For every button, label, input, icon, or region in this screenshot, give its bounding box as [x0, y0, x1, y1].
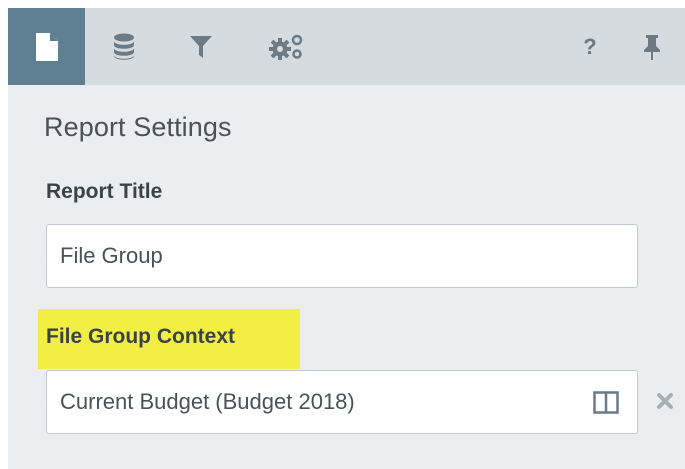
database-icon	[114, 33, 134, 60]
tab-advanced-settings[interactable]	[252, 8, 322, 85]
tab-filter[interactable]	[171, 8, 231, 85]
pin-icon	[644, 34, 660, 60]
tab-report-settings[interactable]	[8, 8, 85, 85]
file-group-context-field[interactable]: Current Budget (Budget 2018)	[46, 370, 638, 434]
report-title-input[interactable]: File Group	[46, 224, 638, 288]
document-icon	[35, 32, 58, 61]
panel-toolbar: ?	[8, 8, 685, 85]
close-icon[interactable]	[653, 389, 677, 413]
tab-data-source[interactable]	[90, 8, 158, 85]
report-title-label: Report Title	[46, 180, 163, 203]
file-group-context-label: File Group Context	[46, 325, 235, 348]
section-title: Report Settings	[44, 112, 232, 142]
help-icon: ?	[583, 33, 597, 59]
report-title-value: File Group	[60, 243, 163, 268]
report-settings-panel: ? Report Settings Report Title File Grou…	[8, 8, 685, 469]
filter-icon	[190, 35, 212, 58]
file-group-context-value: Current Budget (Budget 2018)	[60, 389, 355, 414]
columns-icon[interactable]	[593, 391, 619, 414]
help-button[interactable]: ?	[570, 8, 610, 85]
gears-icon	[269, 34, 303, 60]
pin-button[interactable]	[632, 8, 672, 85]
